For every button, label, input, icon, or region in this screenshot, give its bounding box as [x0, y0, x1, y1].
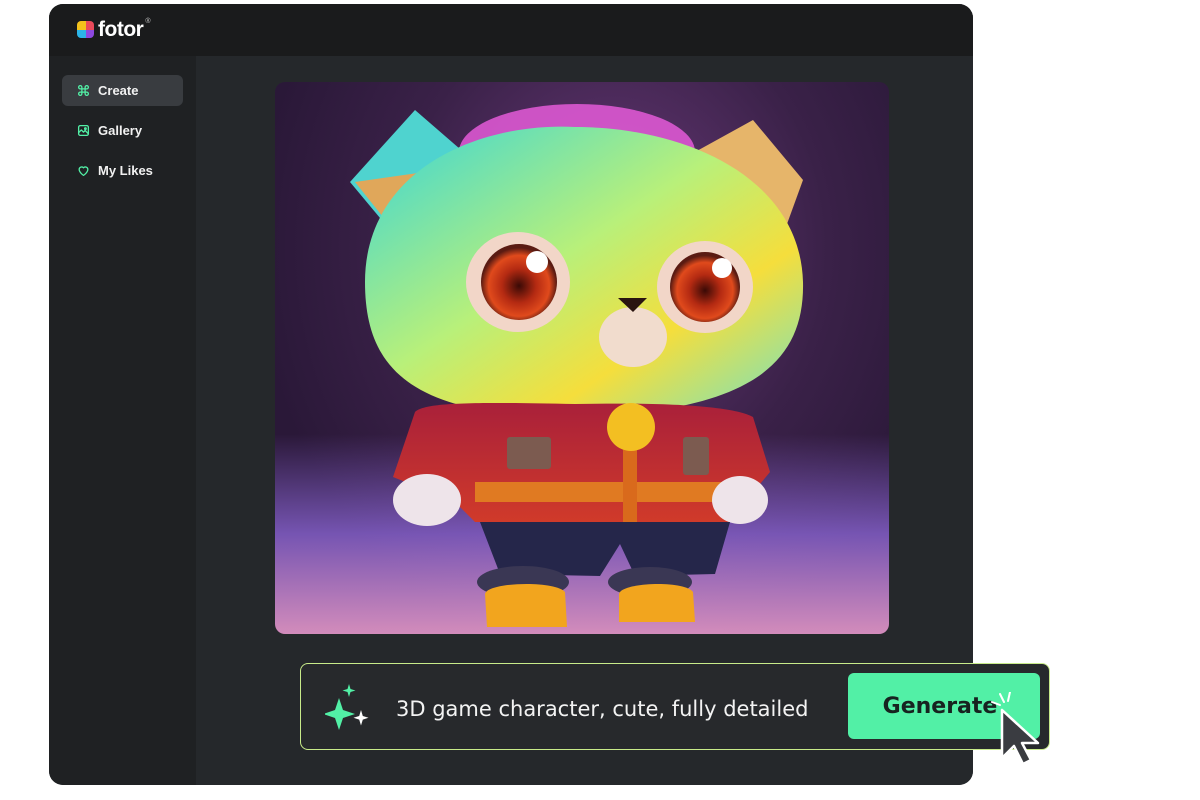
mouse-pointer-icon — [991, 692, 1040, 766]
sidebar-item-my-likes[interactable]: My Likes — [62, 155, 183, 186]
sidebar: Create Gallery My Likes — [49, 56, 196, 785]
logo-mark-icon — [77, 21, 94, 38]
sparkle-icon — [325, 684, 369, 730]
top-bar: fotor ® — [49, 4, 973, 56]
logo-text: fotor — [98, 18, 144, 41]
generated-artwork[interactable] — [275, 82, 889, 634]
sidebar-item-label: Gallery — [98, 123, 143, 138]
character-illustration — [350, 104, 804, 627]
sidebar-item-label: My Likes — [98, 163, 153, 178]
sidebar-item-label: Create — [98, 83, 139, 98]
prompt-input[interactable]: 3D game character, cute, fully detailed — [396, 697, 808, 721]
heart-icon — [77, 164, 90, 177]
sidebar-item-create[interactable]: Create — [62, 75, 183, 106]
image-icon — [77, 124, 90, 137]
fotor-logo[interactable]: fotor ® — [77, 18, 151, 41]
generate-button-label: Generate — [882, 693, 998, 719]
prompt-bar: 3D game character, cute, fully detailed … — [300, 663, 1050, 750]
stage: fotor ® Create Gallery My Likes 3D game … — [0, 0, 1200, 800]
sidebar-item-gallery[interactable]: Gallery — [62, 115, 183, 146]
command-icon — [77, 84, 90, 97]
registered-mark: ® — [145, 18, 151, 25]
